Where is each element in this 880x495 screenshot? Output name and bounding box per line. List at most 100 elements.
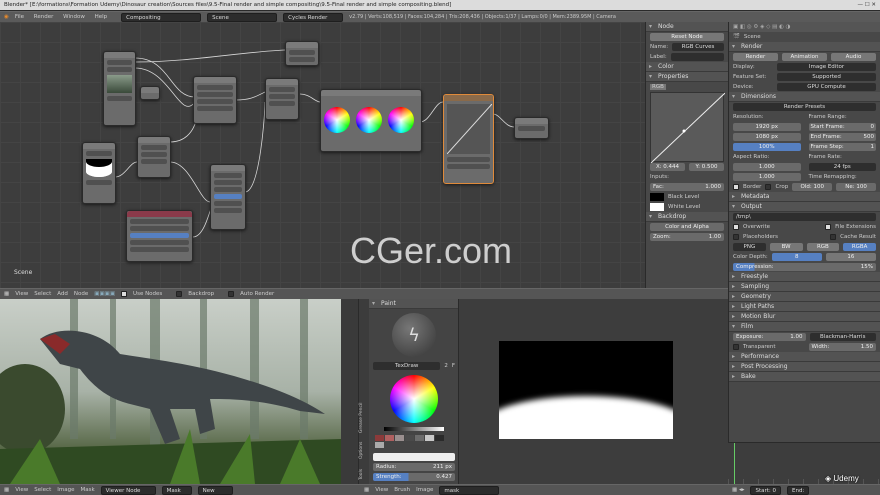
depth-8-button[interactable]: 8 — [771, 253, 822, 261]
mask-menu-view[interactable]: View — [375, 487, 388, 493]
section-post-processing[interactable]: Post Processing — [729, 362, 880, 372]
color-alpha-select[interactable]: Color and Alpha — [650, 223, 724, 231]
aspect-x-field[interactable]: 1.000 — [733, 163, 801, 171]
section-metadata[interactable]: Metadata — [729, 192, 880, 202]
section-motion-blur[interactable]: Motion Blur — [729, 312, 880, 322]
section-output[interactable]: Output — [729, 202, 880, 212]
blender-icon[interactable]: ◉ — [4, 14, 9, 20]
menu-select[interactable]: Select — [34, 291, 51, 297]
rgb-curves-node[interactable] — [443, 94, 494, 184]
palette-swatch[interactable] — [435, 435, 444, 441]
channel-rgb-tab[interactable]: RGB — [650, 84, 666, 90]
tab-tools[interactable]: Tools — [359, 469, 364, 480]
menu-help[interactable]: Help — [95, 14, 108, 20]
white-level-swatch[interactable] — [650, 203, 664, 211]
mask-menu-brush[interactable]: Brush — [394, 487, 410, 493]
node-name-field[interactable]: RGB Curves — [672, 43, 724, 51]
img-menu-view[interactable]: View — [15, 487, 28, 493]
node-label-field[interactable] — [670, 53, 724, 61]
section-light-paths[interactable]: Light Paths — [729, 302, 880, 312]
audio-button[interactable]: Audio — [831, 53, 876, 61]
menu-file[interactable]: File — [15, 14, 24, 20]
color-wheel-lift[interactable] — [324, 107, 350, 133]
auto-render-checkbox[interactable] — [228, 291, 235, 297]
width-field[interactable]: Width: 1.50 — [808, 343, 876, 351]
old-field[interactable]: Old: 100 — [792, 183, 833, 191]
depth-16-button[interactable]: 16 — [825, 253, 876, 261]
curve-y-field[interactable]: Y: 0.500 — [689, 163, 724, 171]
menu-add[interactable]: Add — [57, 291, 68, 297]
new-mask-button[interactable]: New — [197, 485, 233, 495]
section-color[interactable]: Color — [646, 62, 728, 72]
editor-type-icon[interactable]: ▦ — [4, 291, 9, 297]
animation-button[interactable]: Animation — [782, 53, 827, 61]
viewer-node[interactable] — [514, 117, 549, 139]
filter-select[interactable]: Blackman-Harris — [809, 333, 876, 341]
blur-node[interactable] — [210, 164, 246, 230]
section-paint[interactable]: Paint — [369, 299, 459, 309]
placeholders-checkbox[interactable] — [733, 234, 739, 240]
rgb-button[interactable]: RGB — [806, 243, 840, 251]
display-select[interactable]: Image Editor — [777, 63, 876, 71]
frame-step-field[interactable]: Frame Step: 1 — [808, 143, 876, 151]
radius-field[interactable]: Radius: 211 px — [373, 463, 455, 471]
viewer-node-select[interactable]: Viewer Node — [100, 485, 156, 495]
color-picker-wheel[interactable] — [390, 375, 438, 423]
image-editor[interactable] — [0, 299, 341, 484]
engine-select[interactable]: Cycles Render — [283, 12, 344, 22]
brush-name-field[interactable]: TexDraw — [373, 362, 441, 370]
use-nodes-checkbox[interactable] — [121, 291, 128, 297]
palette-swatch[interactable] — [385, 435, 394, 441]
section-dimensions[interactable]: Dimensions — [729, 92, 880, 102]
end-frame-field[interactable]: End Frame: 500 — [808, 133, 876, 141]
color-balance-node[interactable] — [320, 89, 422, 152]
mask-editor-type-icon[interactable]: ▦ — [364, 487, 369, 493]
multiply-node-1[interactable] — [193, 76, 237, 124]
bw-button[interactable]: BW — [769, 243, 803, 251]
backdrop-checkbox[interactable] — [176, 291, 183, 297]
render-button[interactable]: Render — [733, 53, 778, 61]
img-menu-mask[interactable]: Mask — [80, 487, 94, 493]
new-field[interactable]: Ne: 100 — [836, 183, 877, 191]
format-select[interactable]: PNG — [733, 243, 766, 251]
composite-node[interactable] — [285, 41, 319, 66]
menu-window[interactable]: Window — [63, 14, 85, 20]
section-sampling[interactable]: Sampling — [729, 282, 880, 292]
menu-node[interactable]: Node — [74, 291, 88, 297]
feature-select[interactable]: Supported — [777, 73, 876, 81]
section-film[interactable]: Film — [729, 322, 880, 332]
properties-context-icons[interactable]: ▣ ◧ ◎ ⚙ ◈ ◇ ▤ ◐ ◑ — [733, 24, 790, 30]
palette-swatch[interactable] — [405, 435, 414, 441]
section-backdrop[interactable]: Backdrop — [646, 212, 728, 222]
section-geometry[interactable]: Geometry — [729, 292, 880, 302]
mask-image-editor[interactable] — [458, 299, 728, 484]
section-bake[interactable]: Bake — [729, 372, 880, 382]
end-field[interactable]: End: — [787, 485, 810, 495]
palette-swatch[interactable] — [425, 435, 434, 441]
black-level-swatch[interactable] — [650, 193, 664, 201]
brush-preview[interactable]: ϟ — [392, 313, 436, 357]
mask-image-select[interactable]: mask — [439, 485, 500, 495]
curve-editor[interactable] — [650, 92, 725, 163]
zoom-field[interactable]: Zoom: 1.00 — [650, 233, 724, 241]
mix-node[interactable] — [137, 136, 171, 178]
layout-select[interactable]: Compositing — [121, 12, 202, 22]
aspect-y-field[interactable]: 1.000 — [733, 173, 801, 181]
color-wheel-gain[interactable] — [388, 107, 414, 133]
menu-view[interactable]: View — [15, 291, 28, 297]
color-wheel-gamma[interactable] — [356, 107, 382, 133]
multiply-node-2[interactable] — [265, 78, 299, 120]
cache-result-checkbox[interactable] — [830, 234, 837, 240]
exposure-field[interactable]: Exposure: 1.00 — [733, 333, 806, 341]
overwrite-checkbox[interactable] — [733, 224, 739, 230]
fps-select[interactable]: 24 fps — [808, 163, 876, 171]
fake-user-button[interactable]: F — [452, 363, 455, 369]
transparent-checkbox[interactable] — [733, 344, 739, 350]
res-pct-field[interactable]: 100% — [733, 143, 801, 151]
curve-graph[interactable] — [447, 104, 492, 154]
output-path-field[interactable]: /tmp\ — [733, 213, 876, 221]
palette-swatch[interactable] — [395, 435, 404, 441]
timeline-icons[interactable]: ▦ ◂▸ — [732, 487, 744, 493]
rgba-button[interactable]: RGBA — [843, 243, 876, 251]
tab-grease-pencil[interactable]: Grease Pencil — [359, 402, 364, 432]
